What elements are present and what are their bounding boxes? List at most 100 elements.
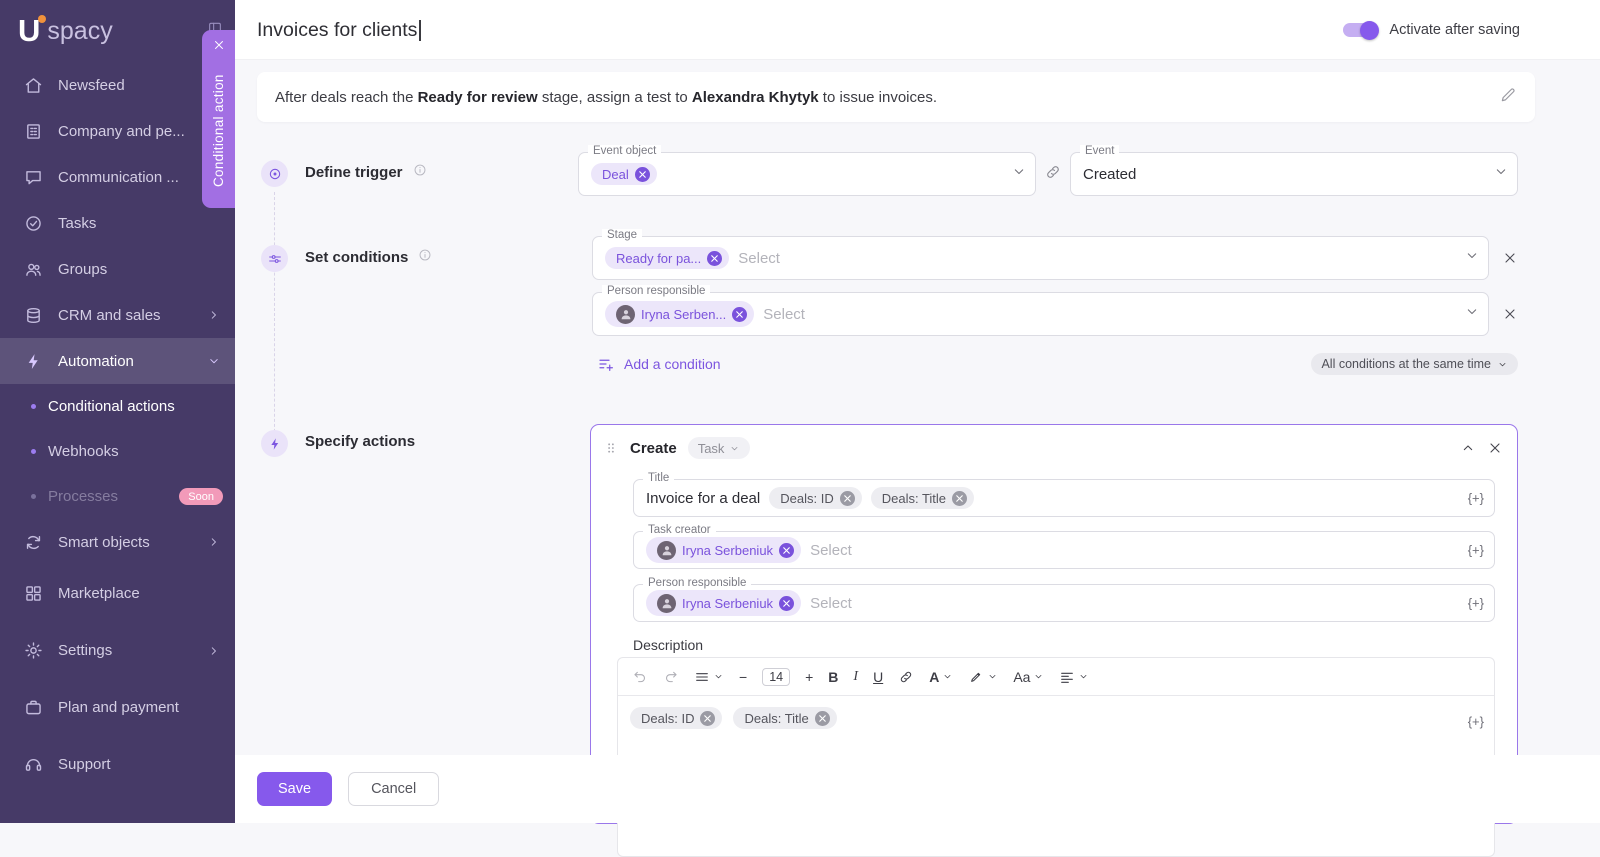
chat-icon — [23, 167, 44, 188]
variable-chip-deals-title[interactable]: Deals: Title — [870, 487, 975, 509]
sidebar-item-company[interactable]: Company and pe... — [0, 108, 235, 154]
logo-orange-dot — [38, 15, 46, 23]
responsible-condition-select[interactable]: Person responsible Iryna Serben... Selec… — [592, 285, 1489, 336]
text-case-dropdown[interactable]: Aa — [1013, 669, 1044, 685]
event-object-select[interactable]: Event object Deal — [578, 145, 1036, 196]
logo-text: spacy — [47, 16, 113, 45]
variable-chip-deals-id[interactable]: Deals: ID — [769, 487, 862, 509]
sidebar-item-support[interactable]: Support — [0, 736, 235, 793]
chip-remove-icon[interactable] — [814, 710, 830, 726]
app-logo[interactable]: U spacy — [0, 0, 235, 62]
chip-remove-icon[interactable] — [700, 710, 716, 726]
bold-button[interactable]: B — [828, 669, 838, 685]
highlight-dropdown[interactable] — [968, 669, 998, 685]
sidebar-item-smart-objects[interactable]: Smart objects — [0, 519, 235, 565]
sidebar-item-webhooks[interactable]: Webhooks — [0, 429, 235, 474]
add-condition-button[interactable]: Add a condition — [597, 355, 721, 373]
chevron-down-icon[interactable] — [1464, 304, 1480, 325]
stage-condition-select[interactable]: Stage Ready for pa... Select — [592, 229, 1489, 280]
remove-condition-button[interactable] — [1502, 306, 1518, 322]
activate-toggle[interactable] — [1343, 20, 1380, 40]
cancel-button[interactable]: Cancel — [348, 772, 440, 806]
action-card-title: Create — [630, 439, 677, 457]
edit-pencil-icon[interactable] — [1499, 86, 1517, 108]
insert-variable-button[interactable]: {+} — [1468, 596, 1484, 611]
collapse-card-icon[interactable] — [1460, 440, 1476, 456]
chevron-down-icon[interactable] — [1011, 164, 1027, 185]
chip-label: Iryna Serben... — [641, 306, 727, 322]
underline-button[interactable]: U — [873, 669, 883, 685]
undo-icon[interactable] — [632, 669, 648, 685]
variable-chip-deals-title[interactable]: Deals: Title — [733, 707, 837, 729]
save-button[interactable]: Save — [257, 772, 333, 806]
automation-name-value: Invoices for clients — [257, 18, 418, 41]
close-panel-icon[interactable] — [212, 38, 226, 57]
sidebar-item-conditional-actions[interactable]: Conditional actions — [0, 384, 235, 429]
italic-button[interactable]: I — [853, 669, 858, 685]
sidebar-item-automation[interactable]: Automation — [0, 338, 235, 384]
sidebar-item-tasks[interactable]: Tasks — [0, 200, 235, 246]
link-icon — [1044, 163, 1062, 186]
sidebar-item-label: Newsfeed — [58, 76, 125, 94]
sidebar-item-processes[interactable]: Processes Soon — [0, 474, 235, 519]
sidebar-item-label: Support — [58, 756, 111, 773]
creator-chip[interactable]: Iryna Serbeniuk — [646, 537, 802, 563]
chip-remove-icon[interactable] — [952, 490, 968, 506]
drag-handle-icon[interactable] — [603, 440, 619, 456]
font-size-increase-button[interactable]: + — [805, 669, 813, 685]
chip-remove-icon[interactable] — [707, 250, 723, 266]
action-type-dropdown[interactable]: Task — [687, 437, 751, 459]
automation-summary-banner: After deals reach the Ready for review s… — [257, 72, 1535, 122]
close-card-icon[interactable] — [1487, 440, 1503, 456]
automation-name-input[interactable]: Invoices for clients — [257, 0, 421, 60]
conditions-logic-dropdown[interactable]: All conditions at the same time — [1311, 353, 1518, 375]
chip-remove-icon[interactable] — [732, 306, 748, 322]
description-content[interactable]: Deals: ID Deals: Title {+} — [618, 696, 1494, 740]
chevron-down-icon[interactable] — [1464, 248, 1480, 269]
font-size-value[interactable]: 14 — [762, 667, 791, 686]
event-label: Event — [1080, 145, 1120, 157]
chip-remove-icon[interactable] — [839, 490, 855, 506]
title-label: Title — [643, 472, 675, 484]
sidebar-item-communication[interactable]: Communication ... — [0, 154, 235, 200]
insert-link-icon[interactable] — [898, 669, 914, 685]
sidebar-item-groups[interactable]: Groups — [0, 246, 235, 292]
description-label: Description — [633, 637, 704, 653]
insert-variable-button[interactable]: {+} — [1468, 543, 1484, 558]
task-creator-select[interactable]: Task creator Iryna Serbeniuk Select {+} — [633, 524, 1495, 569]
chevron-down-icon — [207, 354, 221, 368]
sidebar-item-label: Company and pe... — [58, 122, 185, 140]
chip-remove-icon[interactable] — [779, 542, 795, 558]
task-responsible-select[interactable]: Person responsible Iryna Serbeniuk Selec… — [633, 577, 1495, 622]
deal-chip[interactable]: Deal — [591, 163, 657, 185]
align-dropdown[interactable] — [1059, 669, 1089, 685]
insert-variable-button[interactable]: {+} — [1468, 714, 1484, 729]
action-type-label: Task — [697, 440, 725, 456]
sidebar-item-newsfeed[interactable]: Newsfeed — [0, 62, 235, 108]
chip-remove-icon[interactable] — [779, 595, 795, 611]
font-color-dropdown[interactable]: A — [929, 669, 953, 685]
remove-condition-button[interactable] — [1502, 250, 1518, 266]
conditional-action-panel-tab[interactable]: Conditional action — [202, 30, 235, 208]
summary-person: Alexandra Khytyk — [691, 88, 819, 106]
event-object-label: Event object — [588, 145, 662, 157]
insert-variable-button[interactable]: {+} — [1468, 491, 1484, 506]
chip-remove-icon[interactable] — [634, 166, 650, 182]
sidebar-item-crm[interactable]: CRM and sales — [0, 292, 235, 338]
font-size-decrease-button[interactable]: − — [739, 669, 747, 685]
variable-chip-deals-id[interactable]: Deals: ID — [630, 707, 723, 729]
chip-label: Iryna Serbeniuk — [682, 595, 774, 611]
sidebar-item-marketplace[interactable]: Marketplace — [0, 565, 235, 622]
chevron-down-icon[interactable] — [1493, 164, 1509, 185]
paragraph-style-dropdown[interactable] — [694, 669, 724, 685]
sidebar-item-plan-payment[interactable]: Plan and payment — [0, 679, 235, 736]
sidebar-item-settings[interactable]: Settings — [0, 622, 235, 679]
stage-chip[interactable]: Ready for pa... — [605, 247, 730, 269]
responsible-chip[interactable]: Iryna Serben... — [605, 301, 755, 327]
event-select[interactable]: Event Created — [1070, 145, 1518, 196]
task-title-field[interactable]: Title Invoice for a deal Deals: ID Deals… — [633, 472, 1495, 517]
info-icon[interactable] — [413, 163, 427, 182]
responsible-chip[interactable]: Iryna Serbeniuk — [646, 590, 802, 616]
info-icon[interactable] — [418, 248, 432, 267]
redo-icon[interactable] — [663, 669, 679, 685]
